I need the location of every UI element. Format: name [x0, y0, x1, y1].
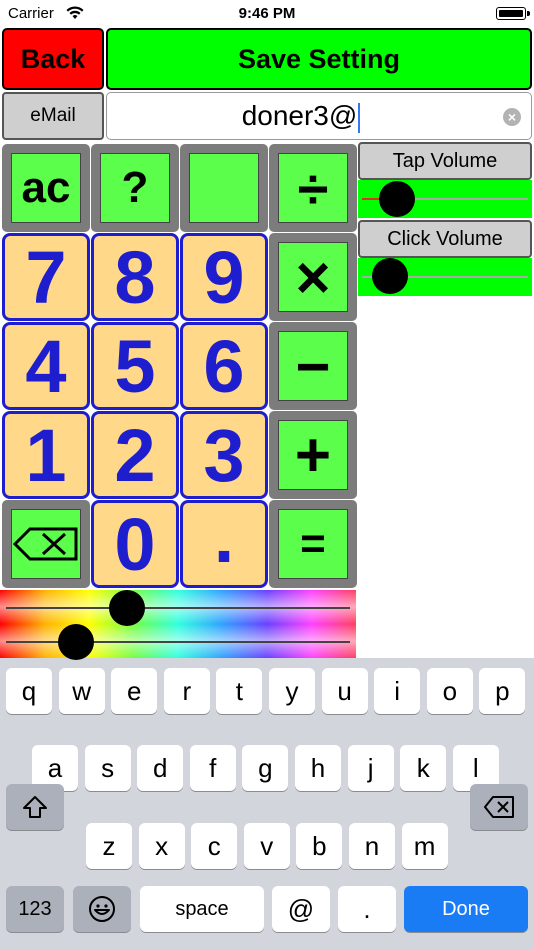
back-button[interactable]: Back: [2, 28, 104, 90]
key-n[interactable]: n: [349, 823, 395, 869]
key-u[interactable]: u: [321, 668, 368, 714]
equals-key[interactable]: =: [278, 509, 348, 579]
emoji-key[interactable]: [73, 886, 131, 932]
key-y[interactable]: y: [269, 668, 315, 714]
key-t[interactable]: t: [216, 668, 263, 714]
click-volume-button[interactable]: Click Volume: [358, 220, 532, 258]
click-volume-thumb[interactable]: [372, 258, 408, 294]
key-b[interactable]: b: [296, 823, 343, 869]
keypad: ac ? ÷ 7 8 9 × 4 5 6 − 1 2 3 + 0 . =: [0, 142, 358, 588]
color-slider-2-thumb[interactable]: [58, 624, 94, 660]
space-key[interactable]: space: [140, 886, 264, 932]
key-q[interactable]: q: [6, 668, 52, 714]
tap-volume-button[interactable]: Tap Volume: [358, 142, 532, 180]
plus-key[interactable]: +: [278, 420, 348, 490]
color-slider-2[interactable]: [0, 624, 356, 660]
digit-3-key[interactable]: 3: [180, 411, 268, 499]
equals-key-cell[interactable]: =: [269, 500, 357, 588]
key-m[interactable]: m: [401, 823, 448, 869]
dot-key[interactable]: .: [338, 886, 396, 932]
save-setting-button[interactable]: Save Setting: [106, 28, 532, 90]
shift-icon: [23, 796, 47, 818]
key-s[interactable]: s: [84, 745, 131, 791]
backspace-key-cell[interactable]: [2, 500, 90, 588]
at-key[interactable]: @: [272, 886, 330, 932]
clear-key[interactable]: ac: [11, 153, 81, 223]
minus-key[interactable]: −: [278, 331, 348, 401]
digit-1-key[interactable]: 1: [2, 411, 90, 499]
email-button[interactable]: eMail: [2, 92, 104, 140]
tap-volume-slider[interactable]: [358, 180, 532, 218]
divide-key-cell[interactable]: ÷: [269, 144, 357, 232]
text-caret: [358, 102, 361, 133]
status-time: 9:46 PM: [238, 5, 296, 22]
help-key-cell[interactable]: ?: [91, 144, 179, 232]
backspace-icon: [13, 527, 78, 561]
plus-key-cell[interactable]: +: [269, 411, 357, 499]
key-r[interactable]: r: [163, 668, 210, 714]
done-key[interactable]: Done: [404, 886, 528, 932]
clear-text-icon[interactable]: ×: [503, 108, 521, 126]
key-f[interactable]: f: [189, 745, 236, 791]
email-value: doner3@: [241, 100, 358, 131]
email-field[interactable]: doner3@ ×: [106, 92, 532, 140]
key-x[interactable]: x: [138, 823, 185, 869]
tap-volume-fill: [362, 198, 380, 200]
digit-8-key[interactable]: 8: [91, 233, 179, 321]
status-bar: Carrier 9:46 PM: [0, 0, 534, 28]
key-h[interactable]: h: [295, 745, 341, 791]
digit-0-key[interactable]: 0: [91, 500, 179, 588]
divide-key[interactable]: ÷: [278, 153, 348, 223]
key-v[interactable]: v: [243, 823, 290, 869]
key-o[interactable]: o: [426, 668, 473, 714]
delete-icon: [484, 796, 514, 818]
key-g[interactable]: g: [242, 745, 289, 791]
blank-key[interactable]: [189, 153, 259, 223]
key-p[interactable]: p: [479, 668, 526, 714]
numbers-key[interactable]: 123: [6, 886, 64, 932]
key-d[interactable]: d: [137, 745, 184, 791]
key-w[interactable]: w: [58, 668, 105, 714]
blank-key-cell[interactable]: [180, 144, 268, 232]
key-c[interactable]: c: [191, 823, 238, 869]
key-k[interactable]: k: [400, 745, 447, 791]
key-z[interactable]: z: [86, 823, 132, 869]
emoji-icon: [89, 896, 115, 922]
color-slider-1-thumb[interactable]: [109, 590, 145, 626]
digit-4-key[interactable]: 4: [2, 322, 90, 410]
minus-key-cell[interactable]: −: [269, 322, 357, 410]
keyboard: qwertyuiop asdfghjkl zxcvbnm 123 space @…: [0, 658, 534, 950]
clear-key-cell[interactable]: ac: [2, 144, 90, 232]
key-j[interactable]: j: [347, 745, 394, 791]
backspace-key[interactable]: [11, 509, 81, 579]
multiply-key-cell[interactable]: ×: [269, 233, 357, 321]
digit-2-key[interactable]: 2: [91, 411, 179, 499]
shift-key[interactable]: [6, 784, 64, 830]
battery-icon: [496, 7, 530, 20]
key-i[interactable]: i: [374, 668, 421, 714]
tap-volume-thumb[interactable]: [379, 181, 415, 217]
click-volume-slider[interactable]: [358, 258, 532, 296]
color-slider-1[interactable]: [0, 590, 356, 626]
multiply-key[interactable]: ×: [278, 242, 348, 312]
delete-key[interactable]: [470, 784, 528, 830]
key-e[interactable]: e: [111, 668, 158, 714]
decimal-key[interactable]: .: [180, 495, 268, 588]
digit-6-key[interactable]: 6: [180, 322, 268, 410]
help-key[interactable]: ?: [100, 153, 170, 223]
digit-9-key[interactable]: 9: [180, 233, 268, 321]
digit-5-key[interactable]: 5: [91, 322, 179, 410]
digit-7-key[interactable]: 7: [2, 233, 90, 321]
